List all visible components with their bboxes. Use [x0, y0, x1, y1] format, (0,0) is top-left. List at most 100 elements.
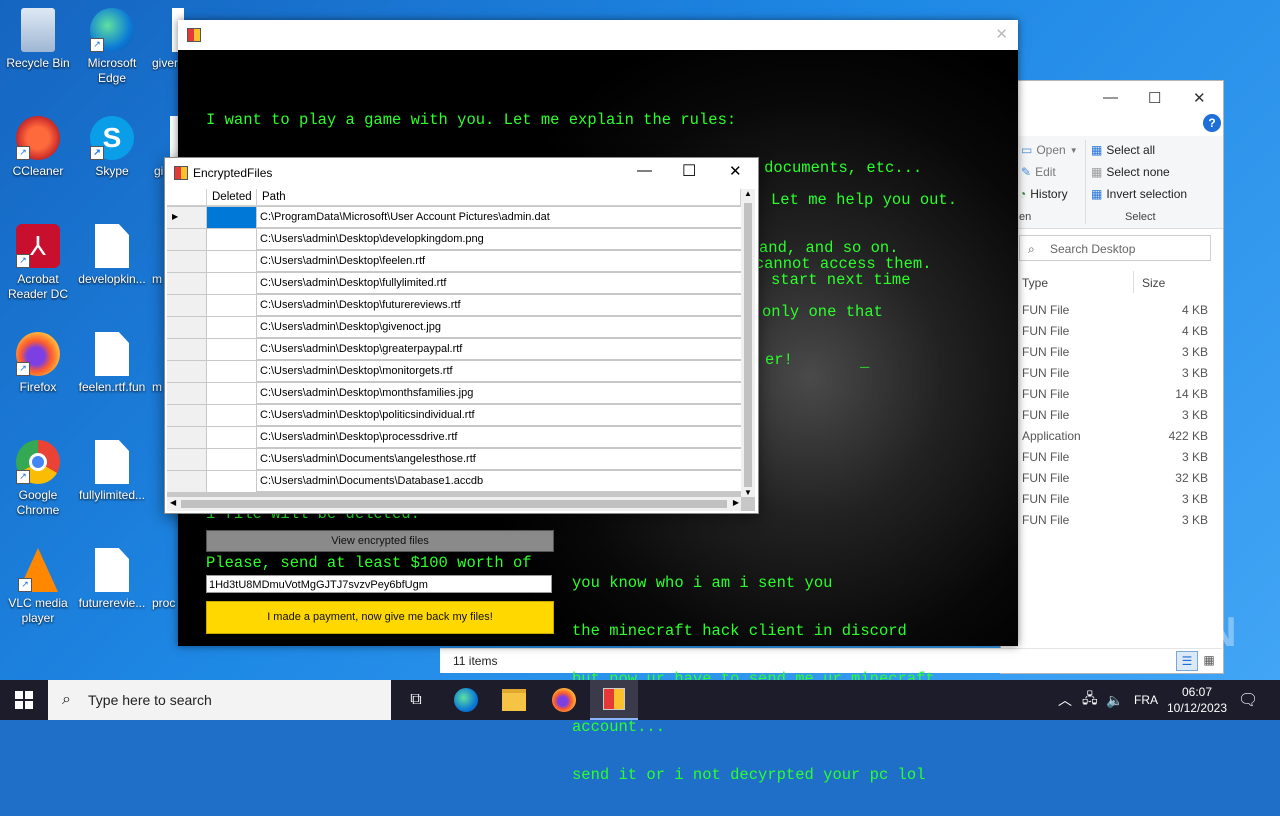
- file-row[interactable]: FUN File 32 KB: [1022, 471, 1212, 485]
- table-row[interactable]: C:\Users\admin\Desktop\givenoct.jpg: [167, 317, 741, 339]
- close-icon[interactable]: ✕: [995, 25, 1008, 43]
- help-icon[interactable]: ?: [1203, 114, 1221, 132]
- row-header[interactable]: [167, 405, 207, 427]
- path-cell[interactable]: C:\Users\admin\Desktop\feelen.rtf: [257, 251, 741, 272]
- deleted-cell[interactable]: [207, 317, 257, 339]
- file-row[interactable]: FUN File 3 KB: [1022, 366, 1212, 380]
- row-header[interactable]: [167, 317, 207, 339]
- column-header-path[interactable]: Path: [257, 189, 741, 206]
- path-cell[interactable]: C:\Users\admin\Desktop\monitorgets.rtf: [257, 361, 741, 382]
- desktop-icon-recycle-bin[interactable]: Recycle Bin: [0, 8, 76, 71]
- path-cell[interactable]: C:\Users\admin\Desktop\greaterpaypal.rtf: [257, 339, 741, 360]
- path-cell[interactable]: C:\Users\admin\Desktop\processdrive.rtf: [257, 427, 741, 448]
- vertical-scrollbar[interactable]: ▲ ▼: [741, 189, 755, 497]
- column-header-size[interactable]: Size: [1142, 276, 1165, 290]
- close-icon[interactable]: ✕: [1193, 89, 1206, 107]
- horizontal-scrollbar[interactable]: ◀ ▶: [167, 497, 741, 511]
- scroll-left-icon[interactable]: ◀: [170, 498, 176, 507]
- row-header[interactable]: [167, 295, 207, 317]
- language-indicator[interactable]: FRA: [1134, 680, 1158, 720]
- table-row[interactable]: C:\Users\admin\Documents\Database1.accdb: [167, 471, 741, 493]
- history-button[interactable]: ◔ History: [1019, 187, 1068, 201]
- row-header[interactable]: [167, 361, 207, 383]
- path-cell[interactable]: C:\Users\admin\Desktop\monthsfamilies.jp…: [257, 383, 741, 404]
- maximize-icon[interactable]: ☐: [682, 161, 696, 181]
- file-row[interactable]: FUN File 4 KB: [1022, 324, 1212, 338]
- payment-done-button[interactable]: I made a payment, now give me back my fi…: [206, 601, 554, 634]
- task-view-button[interactable]: ⧉: [392, 680, 440, 720]
- row-header[interactable]: [167, 427, 207, 449]
- deleted-cell[interactable]: [207, 295, 257, 317]
- deleted-cell[interactable]: [207, 383, 257, 405]
- column-header-type[interactable]: Type: [1022, 276, 1048, 290]
- table-row[interactable]: C:\Users\admin\Desktop\feelen.rtf: [167, 251, 741, 273]
- row-header[interactable]: [167, 449, 207, 471]
- table-row[interactable]: C:\Users\admin\Desktop\monthsfamilies.jp…: [167, 383, 741, 405]
- row-header[interactable]: [167, 273, 207, 295]
- deleted-cell[interactable]: [207, 405, 257, 427]
- view-encrypted-files-button[interactable]: View encrypted files: [206, 530, 554, 552]
- desktop-icon-feelen[interactable]: feelen.rtf.fun: [74, 332, 150, 395]
- taskbar-file-explorer[interactable]: [490, 680, 538, 720]
- scroll-thumb[interactable]: [744, 203, 752, 487]
- deleted-cell[interactable]: [207, 361, 257, 383]
- edit-button[interactable]: ✎ Edit: [1021, 165, 1056, 179]
- network-icon[interactable]: 🖧: [1082, 680, 1098, 720]
- deleted-cell[interactable]: [207, 471, 257, 493]
- minimize-icon[interactable]: —: [1103, 89, 1118, 106]
- desktop-icon-chrome[interactable]: ↗ Google Chrome: [0, 440, 76, 518]
- row-header[interactable]: [167, 229, 207, 251]
- deleted-cell[interactable]: [207, 251, 257, 273]
- row-header[interactable]: [167, 471, 207, 493]
- desktop-icon-m2[interactable]: m: [150, 332, 164, 395]
- taskbar-firefox[interactable]: [540, 680, 588, 720]
- scroll-thumb[interactable]: [181, 500, 727, 508]
- table-row[interactable]: C:\Users\admin\Desktop\developkingdom.pn…: [167, 229, 741, 251]
- row-header[interactable]: ▶: [167, 207, 207, 229]
- notifications-icon[interactable]: 🗨: [1238, 680, 1258, 720]
- table-row[interactable]: C:\Users\admin\Desktop\fullylimited.rtf: [167, 273, 741, 295]
- taskbar-search-box[interactable]: ⌕ Type here to search: [48, 680, 391, 720]
- row-header[interactable]: [167, 383, 207, 405]
- deleted-cell[interactable]: [207, 229, 257, 251]
- desktop-icon-fullylimited[interactable]: fullylimited...: [74, 440, 150, 503]
- volume-icon[interactable]: 🔈: [1106, 680, 1123, 720]
- taskbar-ransom-app[interactable]: [590, 680, 638, 720]
- maximize-icon[interactable]: ☐: [1148, 89, 1161, 107]
- desktop-icon-acrobat[interactable]: ⅄ ↗ Acrobat Reader DC: [0, 224, 76, 302]
- scroll-right-icon[interactable]: ▶: [733, 498, 739, 507]
- start-button[interactable]: [0, 680, 48, 720]
- scroll-down-icon[interactable]: ▼: [744, 488, 752, 497]
- desktop-icon-firefox[interactable]: ↗ Firefox: [0, 332, 76, 395]
- tray-chevron-icon[interactable]: ︿: [1058, 680, 1072, 720]
- search-input[interactable]: ⌕ Search Desktop: [1019, 235, 1211, 261]
- row-header[interactable]: [167, 339, 207, 361]
- path-cell[interactable]: C:\Users\admin\Desktop\politicsindividua…: [257, 405, 741, 426]
- table-row[interactable]: C:\Users\admin\Desktop\monitorgets.rtf: [167, 361, 741, 383]
- path-cell[interactable]: C:\Users\admin\Documents\angelesthose.rt…: [257, 449, 741, 470]
- file-row[interactable]: Application 422 KB: [1022, 429, 1212, 443]
- path-cell[interactable]: C:\Users\admin\Desktop\fullylimited.rtf: [257, 273, 741, 294]
- bitcoin-address-field[interactable]: 1Hd3tU8MDmuVotMgGJTJ7svzvPey6bfUgm: [206, 575, 552, 593]
- file-row[interactable]: FUN File 3 KB: [1022, 345, 1212, 359]
- file-row[interactable]: FUN File 3 KB: [1022, 408, 1212, 422]
- table-row[interactable]: C:\Users\admin\Desktop\processdrive.rtf: [167, 427, 741, 449]
- file-row[interactable]: FUN File 4 KB: [1022, 303, 1212, 317]
- column-header-deleted[interactable]: Deleted: [207, 189, 257, 206]
- select-all-button[interactable]: ▦ Select all: [1091, 143, 1155, 157]
- close-icon[interactable]: ✕: [729, 162, 742, 180]
- desktop-icon-skype[interactable]: S ↗ Skype: [74, 116, 150, 179]
- desktop-icon-edge[interactable]: ↗ Microsoft Edge: [74, 8, 150, 86]
- path-cell[interactable]: C:\ProgramData\Microsoft\User Account Pi…: [257, 207, 741, 228]
- desktop-icon-vlc[interactable]: ↗ VLC media player: [0, 548, 76, 626]
- file-row[interactable]: FUN File 3 KB: [1022, 450, 1212, 464]
- table-row[interactable]: ▶ C:\ProgramData\Microsoft\User Account P…: [167, 207, 741, 229]
- clock[interactable]: 06:07 10/12/2023: [1166, 680, 1228, 720]
- scroll-up-icon[interactable]: ▲: [744, 189, 752, 198]
- desktop-icon-developkingdom[interactable]: developkin...: [74, 224, 150, 287]
- file-row[interactable]: FUN File 3 KB: [1022, 513, 1212, 527]
- desktop-icon-ccleaner[interactable]: ↗ CCleaner: [0, 116, 76, 179]
- deleted-cell[interactable]: [207, 339, 257, 361]
- deleted-cell[interactable]: [207, 273, 257, 295]
- path-cell[interactable]: C:\Users\admin\Desktop\givenoct.jpg: [257, 317, 741, 338]
